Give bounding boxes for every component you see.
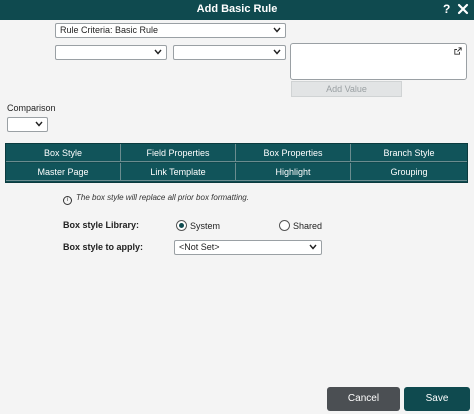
chevron-down-icon [273, 49, 281, 55]
field-select[interactable] [55, 45, 167, 60]
dialog-title: Add Basic Rule [196, 3, 278, 15]
radio-system-label[interactable]: System [190, 221, 220, 231]
tab-box-properties[interactable]: Box Properties [236, 144, 351, 162]
box-style-apply-label: Box style to apply: [63, 242, 144, 252]
chevron-down-icon [309, 244, 317, 250]
save-button[interactable]: Save [404, 387, 470, 411]
comparison-select[interactable] [7, 117, 48, 132]
box-style-library-label: Box style Library: [63, 220, 140, 230]
tab-highlight[interactable]: Highlight [236, 163, 351, 181]
cancel-button[interactable]: Cancel [327, 387, 400, 411]
tab-grouping[interactable]: Grouping [351, 163, 467, 181]
dialog-footer: Cancel Save [0, 380, 474, 414]
operator-select[interactable] [173, 45, 286, 60]
box-style-apply-value: <Not Set> [179, 242, 220, 252]
chevron-down-icon [273, 27, 281, 33]
radio-shared-label[interactable]: Shared [293, 221, 322, 231]
info-icon: i [63, 196, 72, 205]
dialog-titlebar: Add Basic Rule ? [0, 0, 474, 20]
info-text: The box style will replace all prior box… [76, 193, 249, 202]
expand-icon[interactable] [454, 47, 462, 55]
rule-tabs: Box Style Field Properties Box Propertie… [5, 143, 468, 183]
rule-criteria-value: Rule Criteria: Basic Rule [60, 25, 159, 35]
radio-system[interactable] [176, 220, 187, 231]
chevron-down-icon [35, 121, 43, 127]
tab-field-properties[interactable]: Field Properties [121, 144, 236, 162]
tab-box-style[interactable]: Box Style [6, 144, 121, 162]
help-button[interactable]: ? [443, 2, 450, 16]
tab-link-template[interactable]: Link Template [121, 163, 236, 181]
add-value-button[interactable]: Add Value [291, 81, 402, 97]
radio-shared[interactable] [279, 220, 290, 231]
info-message: i The box style will replace all prior bo… [63, 193, 249, 205]
close-button[interactable] [456, 1, 470, 17]
box-style-apply-select[interactable]: <Not Set> [174, 240, 322, 255]
tab-branch-style[interactable]: Branch Style [351, 144, 467, 162]
tab-master-page[interactable]: Master Page [6, 163, 121, 181]
comparison-label: Comparison [7, 103, 56, 113]
value-textarea[interactable] [290, 43, 467, 80]
dialog-body: Rule Criteria: Basic Rule Add Value Comp… [0, 20, 474, 414]
chevron-down-icon [154, 49, 162, 55]
close-icon [457, 3, 469, 15]
rule-criteria-select[interactable]: Rule Criteria: Basic Rule [55, 23, 286, 38]
